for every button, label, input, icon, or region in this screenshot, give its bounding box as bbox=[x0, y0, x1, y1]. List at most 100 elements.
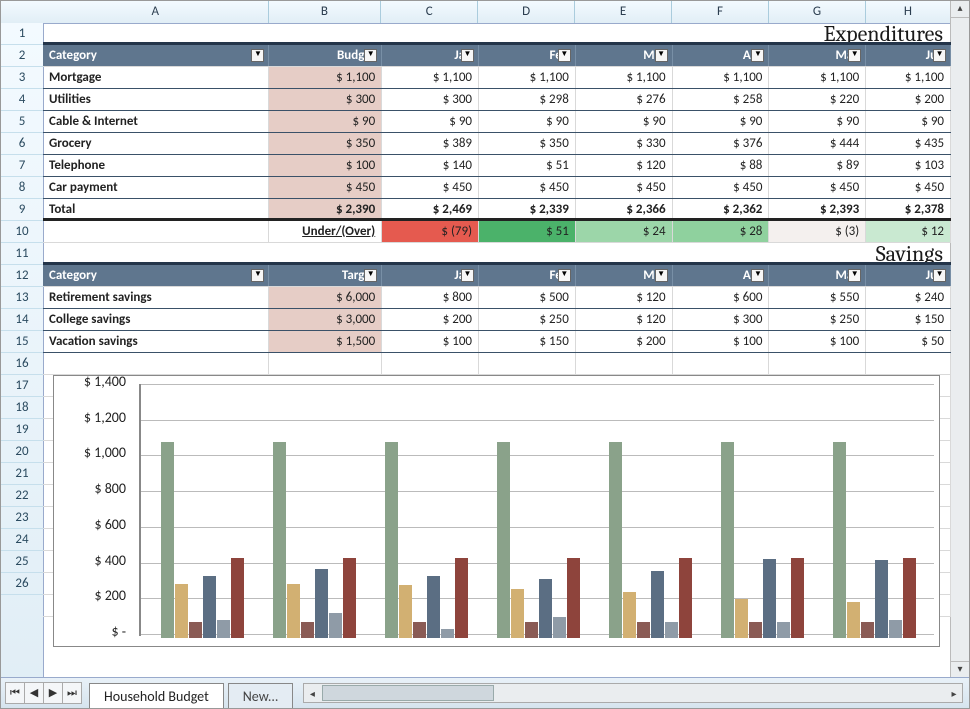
row-header-17[interactable]: 17 bbox=[1, 375, 43, 397]
filter-icon[interactable]: ▼ bbox=[751, 49, 764, 62]
category-cell[interactable]: Cable & Internet bbox=[43, 111, 269, 132]
row-header-2[interactable]: 2 bbox=[1, 45, 43, 67]
vertical-scrollbar[interactable]: ▴ ▾ bbox=[950, 1, 969, 678]
row-header-9[interactable]: 9 bbox=[1, 199, 43, 221]
row-header-24[interactable]: 24 bbox=[1, 529, 43, 551]
value-cell[interactable]: $ 90 bbox=[769, 111, 866, 132]
filter-icon[interactable]: ▼ bbox=[364, 269, 377, 282]
first-sheet-icon[interactable]: ⏮ bbox=[5, 682, 25, 704]
category-cell[interactable]: Utilities bbox=[43, 89, 269, 110]
horizontal-scrollbar[interactable]: ◂ ▸ bbox=[303, 683, 963, 703]
row-header-1[interactable]: 1 bbox=[1, 23, 43, 45]
filter-icon[interactable]: ▼ bbox=[655, 49, 668, 62]
column-header-H[interactable]: H bbox=[866, 1, 951, 23]
tab-new[interactable]: New... bbox=[228, 683, 294, 709]
value-cell[interactable]: $ 120 bbox=[576, 309, 673, 330]
row-header-8[interactable]: 8 bbox=[1, 177, 43, 199]
row-header-14[interactable]: 14 bbox=[1, 309, 43, 331]
value-cell[interactable]: $ 90 bbox=[382, 111, 479, 132]
value-cell[interactable]: $ 298 bbox=[479, 89, 576, 110]
value-cell[interactable]: $ 450 bbox=[382, 177, 479, 198]
filter-icon[interactable]: ▼ bbox=[933, 269, 946, 282]
column-header-B[interactable]: B bbox=[269, 1, 382, 23]
value-cell[interactable]: $ 1,100 bbox=[769, 67, 866, 88]
value-cell[interactable]: $ 500 bbox=[479, 287, 576, 308]
category-cell[interactable]: Vacation savings bbox=[43, 331, 269, 352]
value-cell[interactable]: $ 1,100 bbox=[269, 67, 382, 88]
scroll-up-icon[interactable]: ▴ bbox=[951, 1, 969, 18]
column-header-A[interactable]: A bbox=[43, 1, 269, 23]
row-16[interactable] bbox=[43, 353, 951, 375]
row-header-22[interactable]: 22 bbox=[1, 485, 43, 507]
column-header-F[interactable]: F bbox=[672, 1, 769, 23]
value-cell[interactable]: $ 100 bbox=[673, 331, 770, 352]
value-cell[interactable]: $ 276 bbox=[576, 89, 673, 110]
value-cell[interactable]: $ 50 bbox=[866, 331, 951, 352]
row-header-26[interactable]: 26 bbox=[1, 573, 43, 595]
value-cell[interactable]: $ 1,500 bbox=[269, 331, 382, 352]
value-cell[interactable]: $ 450 bbox=[576, 177, 673, 198]
row-header-21[interactable]: 21 bbox=[1, 463, 43, 485]
row-header-12[interactable]: 12 bbox=[1, 265, 43, 287]
row-header-15[interactable]: 15 bbox=[1, 331, 43, 353]
row-header-23[interactable]: 23 bbox=[1, 507, 43, 529]
value-cell[interactable]: $ 250 bbox=[769, 309, 866, 330]
value-cell[interactable]: $ 330 bbox=[576, 133, 673, 154]
category-cell[interactable]: Mortgage bbox=[43, 67, 269, 88]
value-cell[interactable]: $ 300 bbox=[382, 89, 479, 110]
value-cell[interactable]: $ 90 bbox=[479, 111, 576, 132]
value-cell[interactable]: $ 120 bbox=[576, 155, 673, 176]
row-header-5[interactable]: 5 bbox=[1, 111, 43, 133]
value-cell[interactable]: $ 450 bbox=[479, 177, 576, 198]
value-cell[interactable]: $ 120 bbox=[576, 287, 673, 308]
value-cell[interactable]: $ 450 bbox=[769, 177, 866, 198]
value-cell[interactable]: $ 200 bbox=[576, 331, 673, 352]
value-cell[interactable]: $ 3,000 bbox=[269, 309, 382, 330]
scroll-down-icon[interactable]: ▾ bbox=[951, 661, 969, 678]
filter-icon[interactable]: ▼ bbox=[848, 269, 861, 282]
scroll-thumb[interactable] bbox=[322, 685, 494, 701]
cell[interactable] bbox=[43, 221, 269, 242]
value-cell[interactable]: $ 1,100 bbox=[382, 67, 479, 88]
value-cell[interactable]: $ 250 bbox=[479, 309, 576, 330]
value-cell[interactable]: $ 450 bbox=[866, 177, 951, 198]
row-header-25[interactable]: 25 bbox=[1, 551, 43, 573]
value-cell[interactable]: $ 240 bbox=[866, 287, 951, 308]
value-cell[interactable]: $ 258 bbox=[673, 89, 770, 110]
row-header-11[interactable]: 11 bbox=[1, 243, 43, 265]
value-cell[interactable]: $ 800 bbox=[382, 287, 479, 308]
value-cell[interactable]: $ 89 bbox=[769, 155, 866, 176]
filter-icon[interactable]: ▼ bbox=[364, 49, 377, 62]
column-header-C[interactable]: C bbox=[381, 1, 478, 23]
value-cell[interactable]: $ 450 bbox=[269, 177, 382, 198]
row-header-7[interactable]: 7 bbox=[1, 155, 43, 177]
value-cell[interactable]: $ 376 bbox=[673, 133, 770, 154]
value-cell[interactable]: $ 100 bbox=[769, 331, 866, 352]
value-cell[interactable]: $ 300 bbox=[269, 89, 382, 110]
value-cell[interactable]: $ 600 bbox=[673, 287, 770, 308]
value-cell[interactable]: $ 200 bbox=[382, 309, 479, 330]
scroll-right-icon[interactable]: ▸ bbox=[946, 687, 962, 700]
row-header-10[interactable]: 10 bbox=[1, 221, 43, 243]
filter-icon[interactable]: ▼ bbox=[461, 49, 474, 62]
value-cell[interactable]: $ 200 bbox=[866, 89, 951, 110]
category-cell[interactable]: Retirement savings bbox=[43, 287, 269, 308]
last-sheet-icon[interactable]: ⏭ bbox=[62, 682, 82, 704]
chart[interactable]: $ 1,400$ 1,200$ 1,000$ 800$ 600$ 400$ 20… bbox=[53, 375, 940, 647]
category-cell[interactable]: Grocery bbox=[43, 133, 269, 154]
filter-icon[interactable]: ▼ bbox=[655, 269, 668, 282]
value-cell[interactable]: $ 150 bbox=[479, 331, 576, 352]
prev-sheet-icon[interactable]: ◀ bbox=[24, 682, 44, 704]
row-header-20[interactable]: 20 bbox=[1, 441, 43, 463]
filter-icon[interactable]: ▼ bbox=[251, 49, 264, 62]
row-header-19[interactable]: 19 bbox=[1, 419, 43, 441]
column-header-G[interactable]: G bbox=[769, 1, 866, 23]
filter-icon[interactable]: ▼ bbox=[751, 269, 764, 282]
filter-icon[interactable]: ▼ bbox=[848, 49, 861, 62]
scroll-left-icon[interactable]: ◂ bbox=[304, 687, 320, 700]
filter-icon[interactable]: ▼ bbox=[461, 269, 474, 282]
row-header-16[interactable]: 16 bbox=[1, 353, 43, 375]
value-cell[interactable]: $ 1,100 bbox=[866, 67, 951, 88]
value-cell[interactable]: $ 100 bbox=[382, 331, 479, 352]
row-header-4[interactable]: 4 bbox=[1, 89, 43, 111]
